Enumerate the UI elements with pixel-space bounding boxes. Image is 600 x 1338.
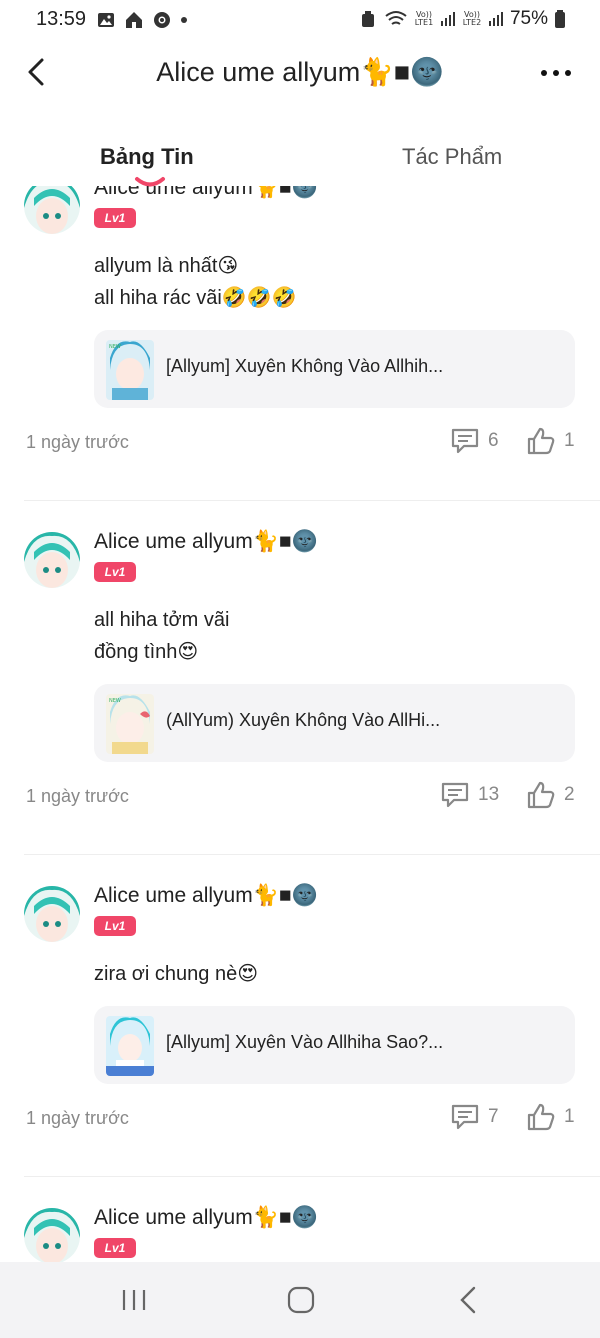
tab-feed[interactable]: Bảng Tin xyxy=(100,144,194,170)
home-icon[interactable] xyxy=(281,1282,321,1318)
like-button[interactable]: 2 xyxy=(526,780,575,810)
svg-text:NEW: NEW xyxy=(109,698,121,704)
post-content: all hiha tởm vãi đồng tình😍 xyxy=(94,604,229,668)
post-content-line: zira ơi chung nè😍 xyxy=(94,963,259,985)
like-button[interactable]: 1 xyxy=(526,426,575,456)
linked-work-card[interactable]: NEW [Allyum] Xuyên Không Vào Allhih... xyxy=(94,330,575,408)
author-name[interactable]: Alice ume allyum🐈■🌚 xyxy=(94,530,318,554)
author-name[interactable]: Alice ume allyum🐈■🌚 xyxy=(94,186,318,200)
linked-work-card[interactable]: [Allyum] Xuyên Vào Allhiha Sao?... xyxy=(94,1006,575,1084)
comment-count: 6 xyxy=(488,430,499,451)
work-cover-image: NEW xyxy=(106,340,154,400)
post-content-line: đồng tình😍 xyxy=(94,641,199,663)
post-time: 1 ngày trước xyxy=(26,432,129,452)
recent-apps-icon[interactable] xyxy=(114,1282,154,1318)
page-title: Alice ume allyum🐈■🌚 xyxy=(156,57,444,87)
avatar[interactable] xyxy=(24,186,80,234)
post-divider xyxy=(24,1176,600,1177)
svg-text:NEW: NEW xyxy=(109,344,121,350)
avatar[interactable] xyxy=(24,886,80,942)
post-content: zira ơi chung nè😍 xyxy=(94,958,258,990)
wifi-icon xyxy=(385,11,407,25)
post-content-line: all hiha tởm vãi xyxy=(94,609,230,631)
like-count: 1 xyxy=(564,430,575,451)
comment-icon xyxy=(451,428,479,454)
post-time: 1 ngày trước xyxy=(26,1108,129,1128)
network-label-2: Vo)) LTE2 xyxy=(462,10,482,27)
comment-button[interactable]: 7 xyxy=(450,1102,499,1132)
network-label-1: Vo)) LTE1 xyxy=(414,10,434,27)
work-title: [Allyum] Xuyên Vào Allhiha Sao?... xyxy=(166,1032,444,1052)
comment-count: 7 xyxy=(488,1106,499,1127)
status-time: 13:59 xyxy=(36,8,87,30)
work-title: [Allyum] Xuyên Không Vào Allhih... xyxy=(166,356,444,376)
battery-icon xyxy=(555,10,565,28)
more-dots-icon xyxy=(541,70,547,76)
work-cover-image: NEW xyxy=(106,694,154,754)
thumbs-up-icon xyxy=(527,427,555,455)
level-badge: Lv1 xyxy=(94,562,136,582)
tab-bar: Bảng Tin Tác Phẩm xyxy=(0,130,600,186)
thumbs-up-icon xyxy=(527,781,555,809)
like-count: 1 xyxy=(564,1106,575,1127)
post-content: allyum là nhất😘 all hiha rác vãi🤣🤣🤣 xyxy=(94,250,297,314)
like-count: 2 xyxy=(564,784,575,805)
post-time: 1 ngày trước xyxy=(26,786,129,806)
post-content-line: allyum là nhất😘 xyxy=(94,255,239,277)
linked-work-card[interactable]: NEW (AllYum) Xuyên Không Vào AllHi... xyxy=(94,684,575,762)
avatar[interactable] xyxy=(24,1208,80,1262)
status-bar: 13:59 Vo)) LTE1 Vo)) LTE2 75% xyxy=(0,0,600,40)
gallery-icon xyxy=(98,13,114,27)
signal-icon xyxy=(440,12,455,26)
chrome-icon xyxy=(154,12,170,28)
battery-percent: 75% xyxy=(509,8,548,29)
post-feed[interactable]: Alice ume allyum🐈■🌚 Lv1 allyum là nhất😘 … xyxy=(0,186,600,1262)
like-button[interactable]: 1 xyxy=(526,1102,575,1132)
level-badge: Lv1 xyxy=(94,1238,136,1258)
avatar[interactable] xyxy=(24,532,80,588)
comment-button[interactable]: 6 xyxy=(450,426,499,456)
thumbs-up-icon xyxy=(527,1103,555,1131)
author-name[interactable]: Alice ume allyum🐈■🌚 xyxy=(94,1206,318,1230)
comment-icon xyxy=(441,782,469,808)
home-app-icon xyxy=(126,12,142,28)
recycle-icon xyxy=(361,11,374,27)
work-cover-image xyxy=(106,1016,154,1076)
signal-icon xyxy=(488,12,503,26)
comment-count: 13 xyxy=(478,784,500,805)
system-nav-bar xyxy=(0,1262,600,1338)
post-content-line: all hiha rác vãi🤣🤣🤣 xyxy=(94,287,297,309)
post-divider xyxy=(24,854,600,855)
tab-works[interactable]: Tác Phẩm xyxy=(402,144,502,170)
level-badge: Lv1 xyxy=(94,208,136,228)
back-icon[interactable] xyxy=(450,1282,490,1318)
level-badge: Lv1 xyxy=(94,916,136,936)
author-name[interactable]: Alice ume allyum🐈■🌚 xyxy=(94,884,318,908)
more-options-button[interactable] xyxy=(536,58,576,88)
app-header: Alice ume allyum🐈■🌚 xyxy=(0,40,600,104)
comment-button[interactable]: 13 xyxy=(440,780,499,810)
notification-dot-icon xyxy=(181,17,187,23)
post-divider xyxy=(24,500,600,501)
comment-icon xyxy=(451,1104,479,1130)
work-title: (AllYum) Xuyên Không Vào AllHi... xyxy=(166,710,441,730)
